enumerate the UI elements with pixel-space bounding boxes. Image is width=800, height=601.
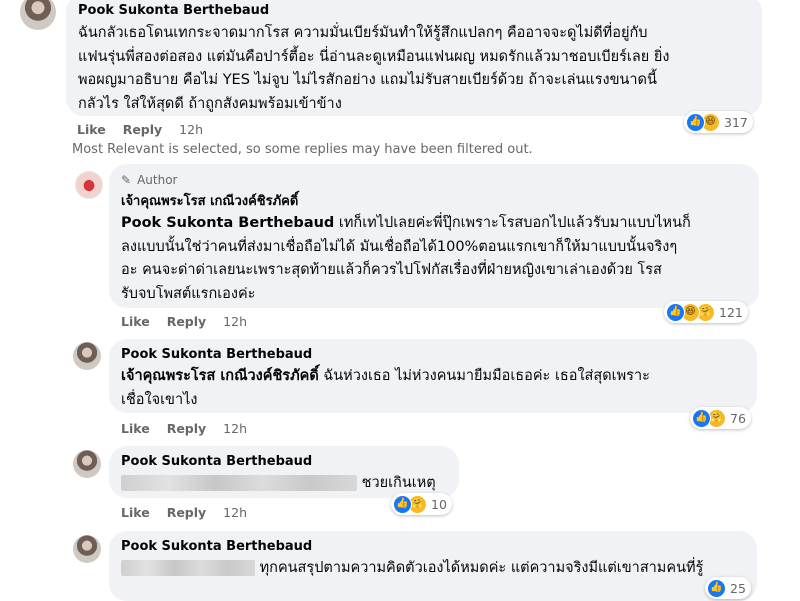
commenter-name[interactable]: Pook Sukonta Berthebaud bbox=[121, 346, 745, 364]
reply-actions: Like Reply 12h bbox=[121, 421, 260, 437]
thumbs-up-icon: 👍 bbox=[707, 578, 726, 598]
reply-text: เจ้าคุณพระโรส เกณีวงค์ชิรภัคดิ์ ฉันห่วงเ… bbox=[121, 365, 745, 412]
blurred-text bbox=[121, 475, 357, 491]
mention-link[interactable]: เจ้าคุณพระโรส เกณีวงค์ชิรภัคดิ์ bbox=[121, 368, 319, 384]
comment-actions: Like Reply 12h bbox=[77, 122, 216, 138]
commenter-name[interactable]: Pook Sukonta Berthebaud bbox=[121, 453, 447, 471]
reply-line: ลงแบบนั้นใช่ว่าคนที่ส่งมาเชื่อถือไม่ได้ … bbox=[121, 238, 678, 255]
like-button[interactable]: Like bbox=[77, 122, 106, 138]
reaction-summary[interactable]: 👍 😆 🤗 121 bbox=[664, 301, 748, 323]
reply-actions: Like Reply 12h bbox=[121, 314, 260, 330]
reply-bubble: Pook Sukonta Berthebaud เจ้าคุณพระโรส เก… bbox=[109, 339, 757, 413]
author-label: Author bbox=[137, 173, 178, 187]
reply-line-text: ฉันห่วงเธอ ไม่ห่วงคนมายืมมือเธอค่ะ เธอใส… bbox=[318, 368, 650, 384]
like-button[interactable]: Like bbox=[121, 314, 150, 330]
comment-line: ฉันกลัวเธอโดนเทกระจาดมากโรส ความมั่นเบีย… bbox=[78, 25, 648, 41]
mention-link[interactable]: Pook Sukonta Berthebaud bbox=[121, 215, 334, 231]
avatar[interactable] bbox=[73, 450, 101, 478]
commenter-name[interactable]: เจ้าคุณพระโรส เกณีวงค์ชิรภัคดิ์ bbox=[121, 193, 747, 211]
commenter-name[interactable]: Pook Sukonta Berthebaud bbox=[121, 538, 745, 556]
reply-text: ทุกคนสรุปตามความคิดตัวเองได้หมดค่ะ แต่คว… bbox=[121, 557, 745, 581]
comment-bubble: Pook Sukonta Berthebaud ฉันกลัวเธอโดนเทก… bbox=[66, 0, 762, 116]
reply-line: Pook Sukonta Berthebaud เทก็เทไปเลยค่ะพี… bbox=[121, 212, 747, 236]
comment-line: กลัวไร ใส่ให้สุดดี ถ้าถูกสังคมพร้อมเข้าข… bbox=[78, 95, 342, 112]
commenter-name[interactable]: Pook Sukonta Berthebaud bbox=[78, 2, 750, 20]
reply-button[interactable]: Reply bbox=[167, 421, 206, 437]
thumbs-up-icon: 👍 bbox=[692, 408, 711, 428]
thumbs-up-icon: 👍 bbox=[686, 112, 705, 132]
reaction-count: 10 bbox=[431, 496, 447, 512]
like-button[interactable]: Like bbox=[121, 505, 150, 521]
reaction-summary[interactable]: 👍 🤗 10 bbox=[391, 493, 452, 515]
reply-line: เจ้าคุณพระโรส เกณีวงค์ชิรภัคดิ์ ฉันห่วงเ… bbox=[121, 365, 745, 389]
reply-line: รับจบโพสต์แรกเองค่ะ bbox=[121, 285, 256, 302]
reply-text: ชวยเกินเหตุ bbox=[121, 472, 447, 496]
reaction-summary[interactable]: 👍 😆 317 bbox=[684, 111, 753, 133]
reply-text: Pook Sukonta Berthebaud เทก็เทไปเลยค่ะพี… bbox=[121, 212, 747, 306]
comment-text: ฉันกลัวเธอโดนเทกระจาดมากโรส ความมั่นเบีย… bbox=[78, 22, 750, 116]
reply-line: เชื่อใจเขาไง bbox=[121, 391, 198, 408]
avatar[interactable] bbox=[73, 342, 101, 370]
timestamp[interactable]: 12h bbox=[223, 505, 247, 521]
like-button[interactable]: Like bbox=[121, 421, 150, 437]
reply-bubble: Pook Sukonta Berthebaud ทุกคนสรุปตามความ… bbox=[109, 531, 757, 601]
reply-line: อะ คนจะด่าด่าเลยนะเพราะสุดท้ายแล้วก็ควรไ… bbox=[121, 262, 662, 278]
reply-button[interactable]: Reply bbox=[167, 505, 206, 521]
thumbs-up-icon: 👍 bbox=[666, 302, 685, 322]
timestamp[interactable]: 12h bbox=[223, 314, 247, 330]
avatar[interactable] bbox=[20, 0, 56, 30]
reply-line-text: ทุกคนสรุปตามความคิดตัวเองได้หมดค่ะ แต่คว… bbox=[255, 560, 704, 576]
reaction-summary[interactable]: 👍 🤗 76 bbox=[690, 407, 751, 429]
pencil-icon: ✎ bbox=[121, 173, 132, 187]
reply-button[interactable]: Reply bbox=[167, 314, 206, 330]
reply-line-text: เทก็เทไปเลยค่ะพี่ปุ๊กเพราะโรสบอกไปแล้วรั… bbox=[334, 215, 691, 231]
author-badge: ✎ Author bbox=[121, 172, 747, 188]
thumbs-up-icon: 👍 bbox=[393, 494, 412, 514]
timestamp[interactable]: 12h bbox=[223, 421, 247, 437]
reaction-count: 121 bbox=[719, 304, 743, 320]
timestamp[interactable]: 12h bbox=[179, 122, 203, 138]
reply-actions: Like Reply 12h bbox=[121, 505, 260, 521]
reaction-count: 25 bbox=[730, 580, 746, 596]
reaction-count: 317 bbox=[724, 114, 748, 130]
blurred-text bbox=[121, 560, 255, 576]
reply-line-text: ชวยเกินเหตุ bbox=[357, 475, 436, 491]
comment-line: พอผญมาอธิบาย คือไม่ YES ไม่จูบ ไม่ไรสักอ… bbox=[78, 72, 657, 88]
comment-line: แฟนรุ่นพี่สองต่อสอง แต่มันคือปาร์ตี้อะ น… bbox=[78, 48, 670, 65]
reaction-count: 76 bbox=[730, 410, 746, 426]
filter-note: Most Relevant is selected, so some repli… bbox=[72, 142, 533, 157]
avatar[interactable] bbox=[75, 171, 103, 199]
avatar[interactable] bbox=[73, 535, 101, 563]
reply-bubble: ✎ Author เจ้าคุณพระโรส เกณีวงค์ชิรภัคดิ์… bbox=[109, 164, 759, 308]
reply-button[interactable]: Reply bbox=[123, 122, 162, 138]
reply-bubble: Pook Sukonta Berthebaud ชวยเกินเหตุ bbox=[109, 446, 459, 498]
reaction-summary[interactable]: 👍 25 bbox=[705, 577, 751, 599]
